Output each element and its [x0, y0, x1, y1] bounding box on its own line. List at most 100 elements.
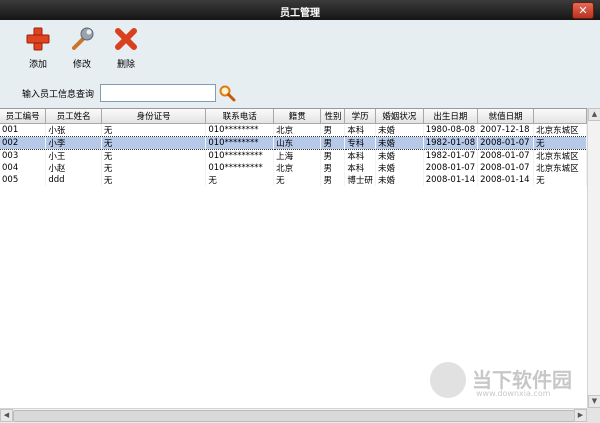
table-cell: 1982-01-07: [423, 149, 479, 162]
scrollbar-corner: [587, 408, 600, 423]
table-cell: 2008-01-07: [423, 162, 479, 174]
table-cell: 男: [320, 123, 346, 137]
delete-button-label: 删除: [116, 60, 135, 70]
watermark-url: www.downxia.com: [476, 389, 551, 398]
search-input[interactable]: [100, 84, 216, 102]
table-cell: 未婚: [375, 136, 424, 150]
table-cell: 2008-01-14: [423, 174, 479, 186]
column-header[interactable]: 身份证号: [101, 109, 207, 124]
table-cell: 无: [101, 162, 207, 174]
scroll-left-arrow-icon[interactable]: ◀: [0, 409, 13, 422]
magnifier-icon[interactable]: [218, 84, 236, 102]
table-cell: 上海: [273, 149, 322, 162]
column-header[interactable]: 出生日期: [423, 109, 479, 124]
x-icon: [115, 28, 137, 50]
table-cell: 2007-12-18: [477, 123, 535, 137]
table-cell: 男: [320, 149, 346, 162]
close-icon: ✕: [578, 4, 588, 17]
column-header[interactable]: 婚姻状况: [375, 109, 424, 124]
column-header[interactable]: 籍贯: [273, 109, 322, 124]
table-cell: 无: [101, 123, 207, 137]
table-cell: 未婚: [375, 162, 424, 174]
table-cell: 010*********: [205, 149, 275, 162]
column-header-blank: [533, 109, 587, 124]
table-cell: 无: [533, 174, 587, 186]
column-header[interactable]: 学历: [344, 109, 376, 124]
window-title: 员工管理: [280, 8, 320, 19]
table-cell: ddd: [45, 174, 102, 186]
table-cell: 002: [0, 136, 47, 150]
column-header[interactable]: 联系电话: [205, 109, 275, 124]
table-cell: 小赵: [45, 162, 102, 174]
table-cell: 004: [0, 162, 47, 174]
column-header[interactable]: 员工编号: [0, 109, 47, 124]
horizontal-scroll-thumb[interactable]: [13, 410, 575, 422]
edit-button[interactable]: 修改: [62, 26, 102, 70]
table-row[interactable]: 005 ddd 无无无男博士研 未婚 2008-01-14 2008-01-14 无: [0, 174, 587, 186]
table-cell: 小李: [45, 136, 102, 150]
plus-icon: [26, 27, 50, 51]
table-cell: 2008-01-07: [477, 162, 535, 174]
table-cell: 北京: [273, 123, 322, 137]
table-cell: 010*********: [205, 162, 275, 174]
table-cell: 001: [0, 123, 47, 137]
table-cell: 北京东城区: [533, 123, 587, 137]
horizontal-scrollbar[interactable]: ◀ ▶: [0, 408, 587, 422]
table-cell: 男: [320, 174, 346, 186]
table-cell: 本科: [344, 149, 376, 162]
table-cell: 003: [0, 149, 47, 162]
table-cell: 无: [205, 174, 275, 186]
table-cell: 男: [320, 136, 346, 150]
table-cell: 未婚: [375, 174, 424, 186]
table-cell: 005: [0, 174, 47, 186]
table-cell: 未婚: [375, 149, 424, 162]
table-row[interactable]: 004 小赵无 010********* 北京男本科 未婚 2008-01-07 2008-…: [0, 162, 587, 174]
title-bar: 员工管理 ✕: [0, 0, 600, 20]
table-cell: 未婚: [375, 123, 424, 137]
watermark: 当下软件园 www.downxia.com: [430, 362, 590, 402]
table-cell: 本科: [344, 162, 376, 174]
table-cell: 本科: [344, 123, 376, 137]
table-cell: 2008-01-07: [477, 136, 535, 150]
table-cell: 2008-01-07: [477, 149, 535, 162]
table-cell: 北京东城区: [533, 162, 587, 174]
table-cell: 无: [101, 149, 207, 162]
column-header[interactable]: 性别: [320, 109, 346, 124]
edit-button-label: 修改: [72, 60, 91, 70]
table-body: 001 小张无 010******** 北京男本科 未婚 1980-08-08 2007-1…: [0, 123, 587, 186]
table-row[interactable]: 003 小王无 010********* 上海男本科 未婚 1982-01-07 2008-…: [0, 149, 587, 162]
employee-management-window: 员工管理 ✕ 添加 修改 删除 输入员工信息查询 员工编号 员工姓名 身份证号 …: [0, 0, 600, 423]
table-cell: 无: [533, 136, 587, 150]
table-cell: 小张: [45, 123, 102, 137]
table-cell: 小王: [45, 149, 102, 162]
table-cell: 北京东城区: [533, 149, 587, 162]
employee-table: 员工编号 员工姓名 身份证号 联系电话 籍贯 性别 学历 婚姻状况 出生日期 就…: [0, 109, 587, 186]
search-label: 输入员工信息查询: [22, 90, 95, 100]
column-header[interactable]: 员工姓名: [45, 109, 102, 124]
column-header[interactable]: 就值日期: [477, 109, 535, 124]
table-cell: 无: [273, 174, 322, 186]
table-cell: 010********: [205, 123, 275, 137]
table-cell: 无: [101, 174, 207, 186]
watermark-logo-icon: [430, 362, 466, 398]
table-cell: 北京: [273, 162, 322, 174]
table-cell: 1980-08-08: [423, 123, 479, 137]
table-cell: 山东: [273, 136, 322, 150]
table-cell: 2008-01-14: [477, 174, 535, 186]
table-cell: 专科: [344, 136, 376, 150]
scroll-right-arrow-icon[interactable]: ▶: [574, 409, 587, 422]
table-cell: 010********: [205, 136, 275, 150]
add-button-label: 添加: [28, 60, 47, 70]
table-cell: 男: [320, 162, 346, 174]
table-cell: 无: [101, 136, 207, 150]
table-header-row: 员工编号 员工姓名 身份证号 联系电话 籍贯 性别 学历 婚姻状况 出生日期 就…: [0, 109, 587, 124]
delete-button[interactable]: 删除: [106, 26, 146, 70]
table-cell: 1982-01-08: [423, 136, 479, 150]
scroll-up-arrow-icon[interactable]: ▲: [588, 108, 600, 121]
close-button[interactable]: ✕: [572, 2, 594, 19]
table-row[interactable]: 001 小张无 010******** 北京男本科 未婚 1980-08-08 2007-1…: [0, 123, 587, 137]
add-button[interactable]: 添加: [18, 26, 58, 70]
table-row[interactable]: 002 小李无 010******** 山东男专科 未婚 1982-01-08 2008-0…: [0, 136, 587, 150]
wrench-icon: [72, 27, 94, 50]
table-cell: 博士研: [344, 174, 376, 186]
